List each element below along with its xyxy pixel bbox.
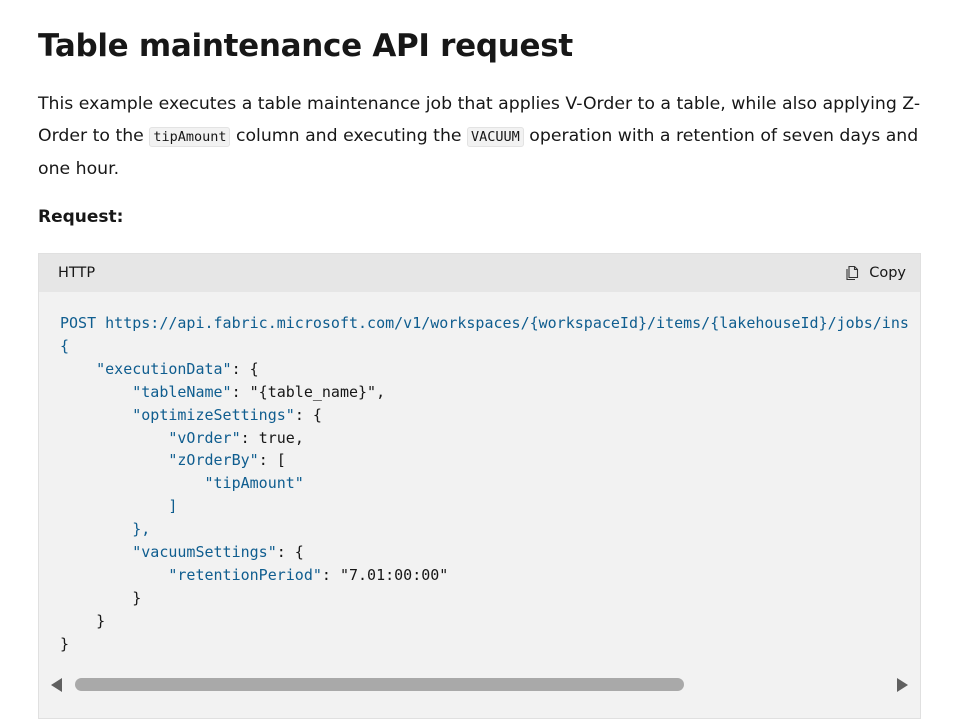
inline-code-vacuum: VACUUM	[467, 127, 524, 147]
json-key: "optimizeSettings"	[132, 405, 295, 424]
copy-label: Copy	[869, 265, 906, 281]
code-brace: {	[60, 336, 70, 355]
paragraph-text: Order to the	[38, 126, 150, 146]
code-header: HTTP Copy	[39, 254, 920, 292]
code-language-label: HTTP	[58, 265, 96, 281]
json-key: "tableName"	[132, 382, 232, 401]
code-scroll-area[interactable]: POST https://api.fabric.microsoft.com/v1…	[39, 292, 920, 694]
horizontal-scrollbar[interactable]	[39, 672, 920, 694]
paragraph-line-2: Order to the tipAmount column and execut…	[38, 120, 918, 153]
json-value: "{table_name}"	[249, 382, 377, 401]
code-block: HTTP Copy POST https://api.fabric.micros…	[38, 253, 921, 719]
page-title: Table maintenance API request	[38, 28, 573, 64]
copy-button[interactable]: Copy	[845, 265, 906, 281]
json-key: "vOrder"	[168, 428, 241, 447]
request-label: Request:	[38, 207, 124, 227]
inline-code-tipamount: tipAmount	[149, 127, 231, 147]
scroll-left-arrow-icon[interactable]	[51, 678, 62, 692]
scroll-right-arrow-icon[interactable]	[897, 678, 908, 692]
request-url: https://api.fabric.microsoft.com/v1/work…	[105, 314, 909, 332]
paragraph-text: column and executing the	[230, 126, 468, 146]
json-key: "vacuumSettings"	[132, 543, 277, 562]
json-key: "retentionPeriod"	[168, 565, 322, 584]
description-paragraph: This example executes a table maintenanc…	[38, 88, 921, 185]
json-key: "zOrderBy"	[168, 451, 259, 470]
code-brace: },	[132, 520, 151, 539]
json-key: "executionData"	[96, 359, 232, 378]
json-value: "tipAmount"	[204, 474, 304, 493]
copy-icon	[846, 265, 859, 281]
paragraph-line-1: This example executes a table maintenanc…	[38, 94, 921, 114]
http-method: POST	[60, 314, 97, 332]
code-bracket: ]	[168, 497, 178, 516]
paragraph-line-3: one hour.	[38, 159, 120, 179]
code-content: POST https://api.fabric.microsoft.com/v1…	[60, 314, 909, 653]
json-value: "7.01:00:00"	[339, 565, 449, 584]
paragraph-text: operation with a retention of seven days…	[523, 126, 919, 146]
scrollbar-thumb[interactable]	[75, 678, 684, 691]
json-value: true	[258, 428, 295, 447]
